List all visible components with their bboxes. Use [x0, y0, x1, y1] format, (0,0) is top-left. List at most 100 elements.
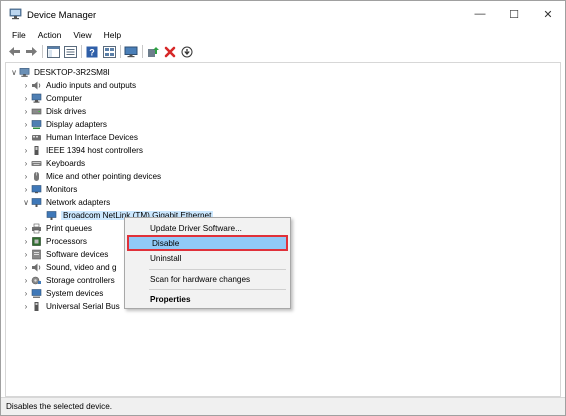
toolbar-separator	[142, 45, 143, 58]
tree-item-label: Computer	[46, 94, 82, 103]
tree-item-network-adapters[interactable]: ∨ Network adapters	[21, 196, 110, 209]
tree-item-label: Mice and other pointing devices	[46, 172, 162, 181]
chevron-right-icon[interactable]: ›	[21, 92, 31, 105]
view-icon[interactable]	[102, 45, 116, 59]
menu-action[interactable]: Action	[32, 30, 68, 40]
tree-item-usb[interactable]: › Universal Serial Bus	[21, 300, 120, 313]
tree-item-software-devices[interactable]: › Software devices	[21, 248, 108, 261]
tree-item-monitors[interactable]: › Monitors	[21, 183, 78, 196]
tree-item-label: Display adapters	[46, 120, 107, 129]
close-button[interactable]: ✕	[531, 1, 565, 27]
forward-icon[interactable]	[24, 45, 38, 59]
toolbar-separator	[81, 45, 82, 58]
properties-icon[interactable]	[63, 45, 77, 59]
chevron-right-icon[interactable]: ›	[21, 235, 31, 248]
chevron-right-icon[interactable]: ›	[21, 131, 31, 144]
device-manager-window: Device Manager — ☐ ✕ File Action View He…	[0, 0, 566, 416]
display-adapter-icon	[31, 119, 42, 130]
menu-separator	[149, 269, 286, 270]
status-bar: Disables the selected device.	[1, 397, 565, 415]
tree-item-label: Keyboards	[46, 159, 86, 168]
chevron-right-icon[interactable]: ›	[21, 300, 31, 313]
keyboard-icon	[31, 158, 42, 169]
chevron-right-icon[interactable]: ›	[21, 105, 31, 118]
menu-item-update-driver[interactable]: Update Driver Software...	[127, 220, 288, 236]
menu-file[interactable]: File	[6, 30, 32, 40]
menu-item-scan-hardware[interactable]: Scan for hardware changes	[127, 271, 288, 287]
chevron-right-icon[interactable]: ›	[21, 144, 31, 157]
back-icon[interactable]	[7, 45, 21, 59]
tree-item-label: Software devices	[46, 250, 109, 259]
help-icon[interactable]: ?	[85, 45, 99, 59]
tree-root[interactable]: ∨ DESKTOP-3R2SM8I	[9, 66, 110, 79]
speaker-icon	[31, 262, 42, 273]
usb-icon	[31, 301, 42, 312]
show-hide-console-tree-icon[interactable]	[46, 45, 60, 59]
computer-icon	[31, 93, 42, 104]
device-manager-icon	[9, 8, 22, 20]
tree-item-label: Print queues	[46, 224, 92, 233]
network-adapter-icon	[31, 197, 42, 208]
tree-item-label: Network adapters	[46, 198, 111, 207]
menu-help[interactable]: Help	[98, 30, 127, 40]
tree-item-label: Audio inputs and outputs	[46, 81, 137, 90]
chevron-right-icon[interactable]: ›	[21, 274, 31, 287]
tree-item-disk-drives[interactable]: › Disk drives	[21, 105, 86, 118]
speaker-icon	[31, 80, 42, 91]
chevron-right-icon[interactable]: ›	[21, 248, 31, 261]
tree-item-computer[interactable]: › Computer	[21, 92, 82, 105]
computer-icon	[19, 67, 30, 78]
tree-item-keyboards[interactable]: › Keyboards	[21, 157, 86, 170]
chevron-right-icon[interactable]: ›	[21, 261, 31, 274]
tree-item-label: IEEE 1394 host controllers	[46, 146, 143, 155]
window-title: Device Manager	[27, 10, 97, 21]
tree-item-storage-controllers[interactable]: › Storage controllers	[21, 274, 115, 287]
uninstall-icon[interactable]	[163, 45, 177, 59]
tree-item-print-queues[interactable]: › Print queues	[21, 222, 92, 235]
software-device-icon	[31, 249, 42, 260]
chevron-right-icon[interactable]: ›	[21, 118, 31, 131]
scan-for-hardware-icon[interactable]	[180, 45, 194, 59]
processor-icon	[31, 236, 42, 247]
menu-item-properties[interactable]: Properties	[127, 291, 288, 307]
minimize-button[interactable]: —	[463, 1, 497, 27]
tree-item-label: Processors	[46, 237, 87, 246]
tree-item-ieee1394[interactable]: › IEEE 1394 host controllers	[21, 144, 143, 157]
tree-item-hid[interactable]: › Human Interface Devices	[21, 131, 138, 144]
monitor-icon[interactable]	[124, 45, 138, 59]
tree-item-label: System devices	[46, 289, 104, 298]
chevron-right-icon[interactable]: ›	[21, 287, 31, 300]
tree-item-processors[interactable]: › Processors	[21, 235, 87, 248]
chevron-right-icon[interactable]: ›	[21, 79, 31, 92]
system-device-icon	[31, 288, 42, 299]
tree-item-label: Disk drives	[46, 107, 87, 116]
tree-item-label: Universal Serial Bus	[46, 302, 120, 311]
printer-icon	[31, 223, 42, 234]
menu-item-uninstall[interactable]: Uninstall	[127, 250, 288, 266]
status-text: Disables the selected device.	[6, 402, 113, 411]
tree-item-audio[interactable]: › Audio inputs and outputs	[21, 79, 136, 92]
chevron-right-icon[interactable]: ›	[21, 170, 31, 183]
monitor-icon	[31, 184, 42, 195]
chevron-right-icon[interactable]: ›	[21, 183, 31, 196]
tree-item-label: Sound, video and g	[46, 263, 117, 272]
chevron-right-icon[interactable]: ›	[21, 157, 31, 170]
chevron-down-icon[interactable]: ∨	[9, 66, 19, 79]
toolbar-separator	[120, 45, 121, 58]
hid-icon	[31, 132, 42, 143]
tree-item-display-adapters[interactable]: › Display adapters	[21, 118, 107, 131]
chevron-right-icon[interactable]: ›	[21, 222, 31, 235]
maximize-button[interactable]: ☐	[497, 1, 531, 27]
menu-bar: File Action View Help	[1, 27, 565, 42]
update-driver-icon[interactable]	[146, 45, 160, 59]
title-bar: Device Manager — ☐ ✕	[1, 1, 565, 27]
chevron-down-icon[interactable]: ∨	[21, 196, 31, 209]
toolbar: ?	[1, 42, 565, 61]
disk-drive-icon	[31, 106, 42, 117]
tree-item-mice[interactable]: › Mice and other pointing devices	[21, 170, 161, 183]
tree-item-system-devices[interactable]: › System devices	[21, 287, 103, 300]
menu-item-disable[interactable]: Disable	[127, 235, 288, 251]
tree-item-sound-video[interactable]: › Sound, video and g	[21, 261, 117, 274]
menu-view[interactable]: View	[67, 30, 97, 40]
